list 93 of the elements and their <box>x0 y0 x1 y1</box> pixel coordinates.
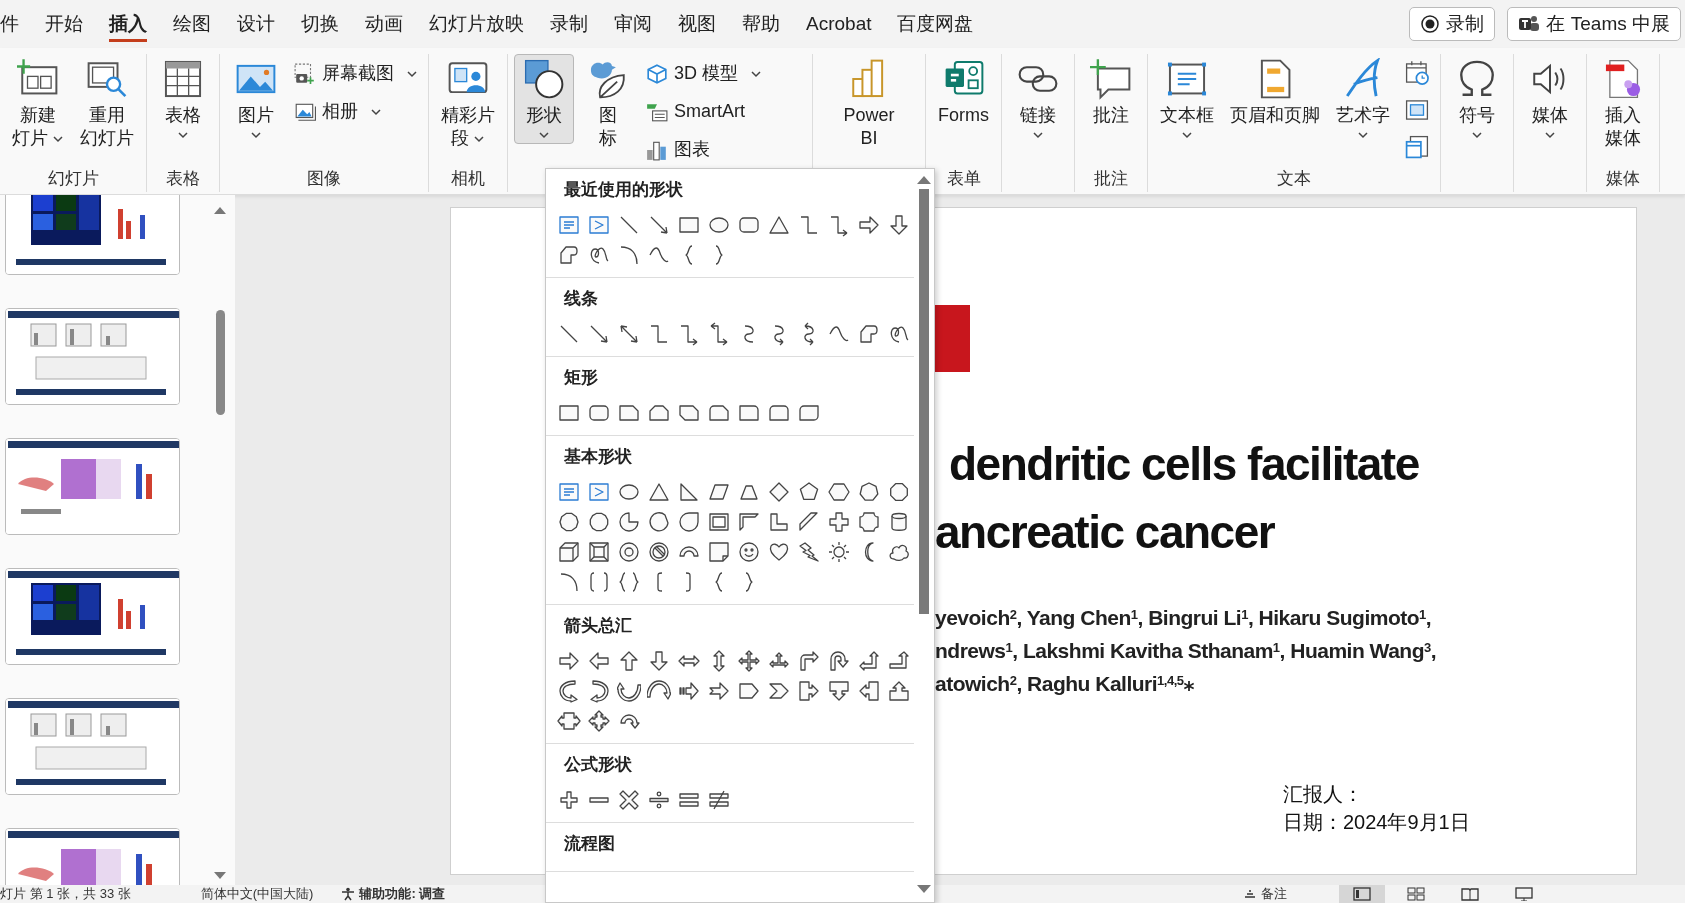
people-icon <box>1518 14 1541 34</box>
ribbon-button[interactable]: 表格 <box>153 54 213 145</box>
group-label: 表单 <box>946 168 981 190</box>
ribbon-tab[interactable]: 帮助 <box>729 0 793 48</box>
ribbon-tab[interactable]: 动画 <box>352 0 416 48</box>
record-button[interactable]: 录制 <box>1409 7 1496 41</box>
comment-add-icon <box>1090 58 1132 100</box>
group-label: 图像 <box>307 168 341 190</box>
square-circle-icon <box>523 58 565 100</box>
author-line: ndrews$^{1}$, Lakshmi Kavitha Sthanam$^{1}$, Huamin Wang$^{3}$, <box>935 638 1437 664</box>
ribbon-tab[interactable]: 审阅 <box>601 0 665 48</box>
ribbon-button[interactable]: 批注 <box>1081 54 1141 133</box>
ribbon-button[interactable]: 页眉和页脚 <box>1224 54 1326 133</box>
ribbon-tab[interactable]: 插入 <box>96 0 160 48</box>
slide-number-icon[interactable] <box>1404 97 1430 123</box>
view-button[interactable] <box>1339 885 1385 903</box>
slide-thumbnail[interactable] <box>5 438 180 535</box>
ribbon-tab[interactable]: 视图 <box>665 0 729 48</box>
camera-icon <box>294 62 316 85</box>
group-label: 文本 <box>1277 168 1311 190</box>
scroll-down-icon[interactable] <box>213 871 227 881</box>
ribbon-button[interactable]: 形状 <box>514 54 574 145</box>
ribbon-tab[interactable]: 设计 <box>224 0 288 48</box>
ribbon-tab[interactable]: 绘图 <box>160 0 224 48</box>
ribbon-button[interactable]: 图表 <box>642 132 766 167</box>
accessibility-status[interactable]: 辅助功能: 调查 <box>359 885 446 903</box>
section-heading: 流程图 <box>563 833 616 855</box>
section-heading: 矩形 <box>563 367 599 389</box>
slide-thumbnail[interactable] <box>5 568 180 665</box>
slideshow-view-icon <box>1515 887 1533 901</box>
table-icon <box>162 58 204 100</box>
group-label: 批注 <box>1094 168 1128 190</box>
ribbon-button[interactable]: 艺术字 <box>1330 54 1396 145</box>
ribbon-button[interactable]: 插入 媒体 <box>1593 54 1653 156</box>
section-heading: 线条 <box>563 288 599 310</box>
scrollbar-thumb[interactable] <box>919 189 929 614</box>
section-heading: 基本形状 <box>563 446 633 468</box>
normal-view-icon <box>1353 887 1371 901</box>
record-icon <box>1420 14 1441 34</box>
author-line: yevoich$^{2}$, Yang Chen$^{1}$, Bingrui Li$^{1}$, Hikaru Sugimoto$^{1}$, <box>935 605 1432 631</box>
ribbon-tab[interactable]: 幻灯片放映 <box>416 0 537 48</box>
ribbon-tab[interactable]: Acrobat <box>793 0 885 48</box>
calendar-clock-icon[interactable] <box>1404 60 1430 86</box>
ribbon-tab[interactable]: 件 <box>0 0 32 48</box>
section-heading: 公式形状 <box>563 754 633 776</box>
section-heading: 最近使用的形状 <box>563 179 684 201</box>
group-label: 表格 <box>166 168 200 190</box>
ribbon-button[interactable]: SmartArt <box>642 94 766 129</box>
ribbon-button[interactable]: 媒体 <box>1520 54 1580 145</box>
group-label: 媒体 <box>1606 168 1640 190</box>
ribbon-button[interactable]: 新建 灯片 <box>6 54 70 156</box>
ribbon-button[interactable]: 符号 <box>1447 54 1507 145</box>
ribbon-button[interactable]: Forms <box>932 54 995 133</box>
ribbon-button[interactable]: 相册 <box>290 94 422 129</box>
person-icon[interactable] <box>341 887 356 901</box>
notes-button[interactable]: 备注 <box>1261 885 1287 903</box>
title-line: ancreatic cancer <box>935 505 1275 560</box>
ribbon-button[interactable]: 精彩片 段 <box>435 54 501 156</box>
ribbon-button[interactable]: 图 标 <box>578 54 638 156</box>
cube-icon <box>646 62 668 85</box>
banner-shape <box>935 305 970 372</box>
group-label: 幻灯片 <box>47 168 99 190</box>
ribbon-button[interactable]: 3D 模型 <box>642 56 766 91</box>
title-line: dendritic cells facilitate <box>948 437 1419 492</box>
scroll-down-icon[interactable] <box>916 884 932 894</box>
section-heading: 箭头总汇 <box>563 615 633 637</box>
ribbon-button[interactable]: 链接 <box>1008 54 1068 145</box>
notes-icon <box>1243 887 1257 901</box>
ribbon-button[interactable]: 文本框 <box>1154 54 1220 145</box>
scroll-up-icon[interactable] <box>213 205 227 215</box>
group-label: 相机 <box>451 168 485 190</box>
scrollbar-thumb[interactable] <box>215 310 225 415</box>
ribbon-button[interactable]: 重用 幻灯片 <box>74 54 140 156</box>
ribbon-tab[interactable]: 百度网盘 <box>884 0 987 48</box>
scroll-up-icon[interactable] <box>916 175 932 185</box>
window-icon[interactable] <box>1404 134 1430 160</box>
book-view-icon <box>1461 887 1479 901</box>
grid-view-icon <box>1407 887 1425 901</box>
date-text: 日期：2024年9月1日 <box>1283 810 1470 835</box>
slide-thumbnail[interactable] <box>5 698 180 795</box>
slide-counter: 灯片 第 1 张，共 33 张 <box>0 885 131 903</box>
slide-thumbnail[interactable] <box>5 195 180 275</box>
slide-thumbnail[interactable] <box>5 308 180 405</box>
ribbon-tab[interactable]: 开始 <box>32 0 96 48</box>
ribbon-tab[interactable]: 切换 <box>288 0 352 48</box>
present-button[interactable]: 在 Teams 中展 <box>1507 7 1681 41</box>
author-line: atowich$^{2}$, Raghu Kalluri$^{1,4,5}$⁎ <box>935 671 1194 697</box>
language-label[interactable]: 简体中文(中国大陆) <box>200 885 314 903</box>
ribbon-button[interactable]: 屏幕截图 <box>290 56 422 91</box>
ribbon-button[interactable]: 图片 <box>226 54 286 145</box>
ribbon-button[interactable]: Power BI <box>819 54 919 156</box>
reporter-label: 汇报人： <box>1283 782 1363 807</box>
ribbon-tab[interactable]: 录制 <box>537 0 601 48</box>
